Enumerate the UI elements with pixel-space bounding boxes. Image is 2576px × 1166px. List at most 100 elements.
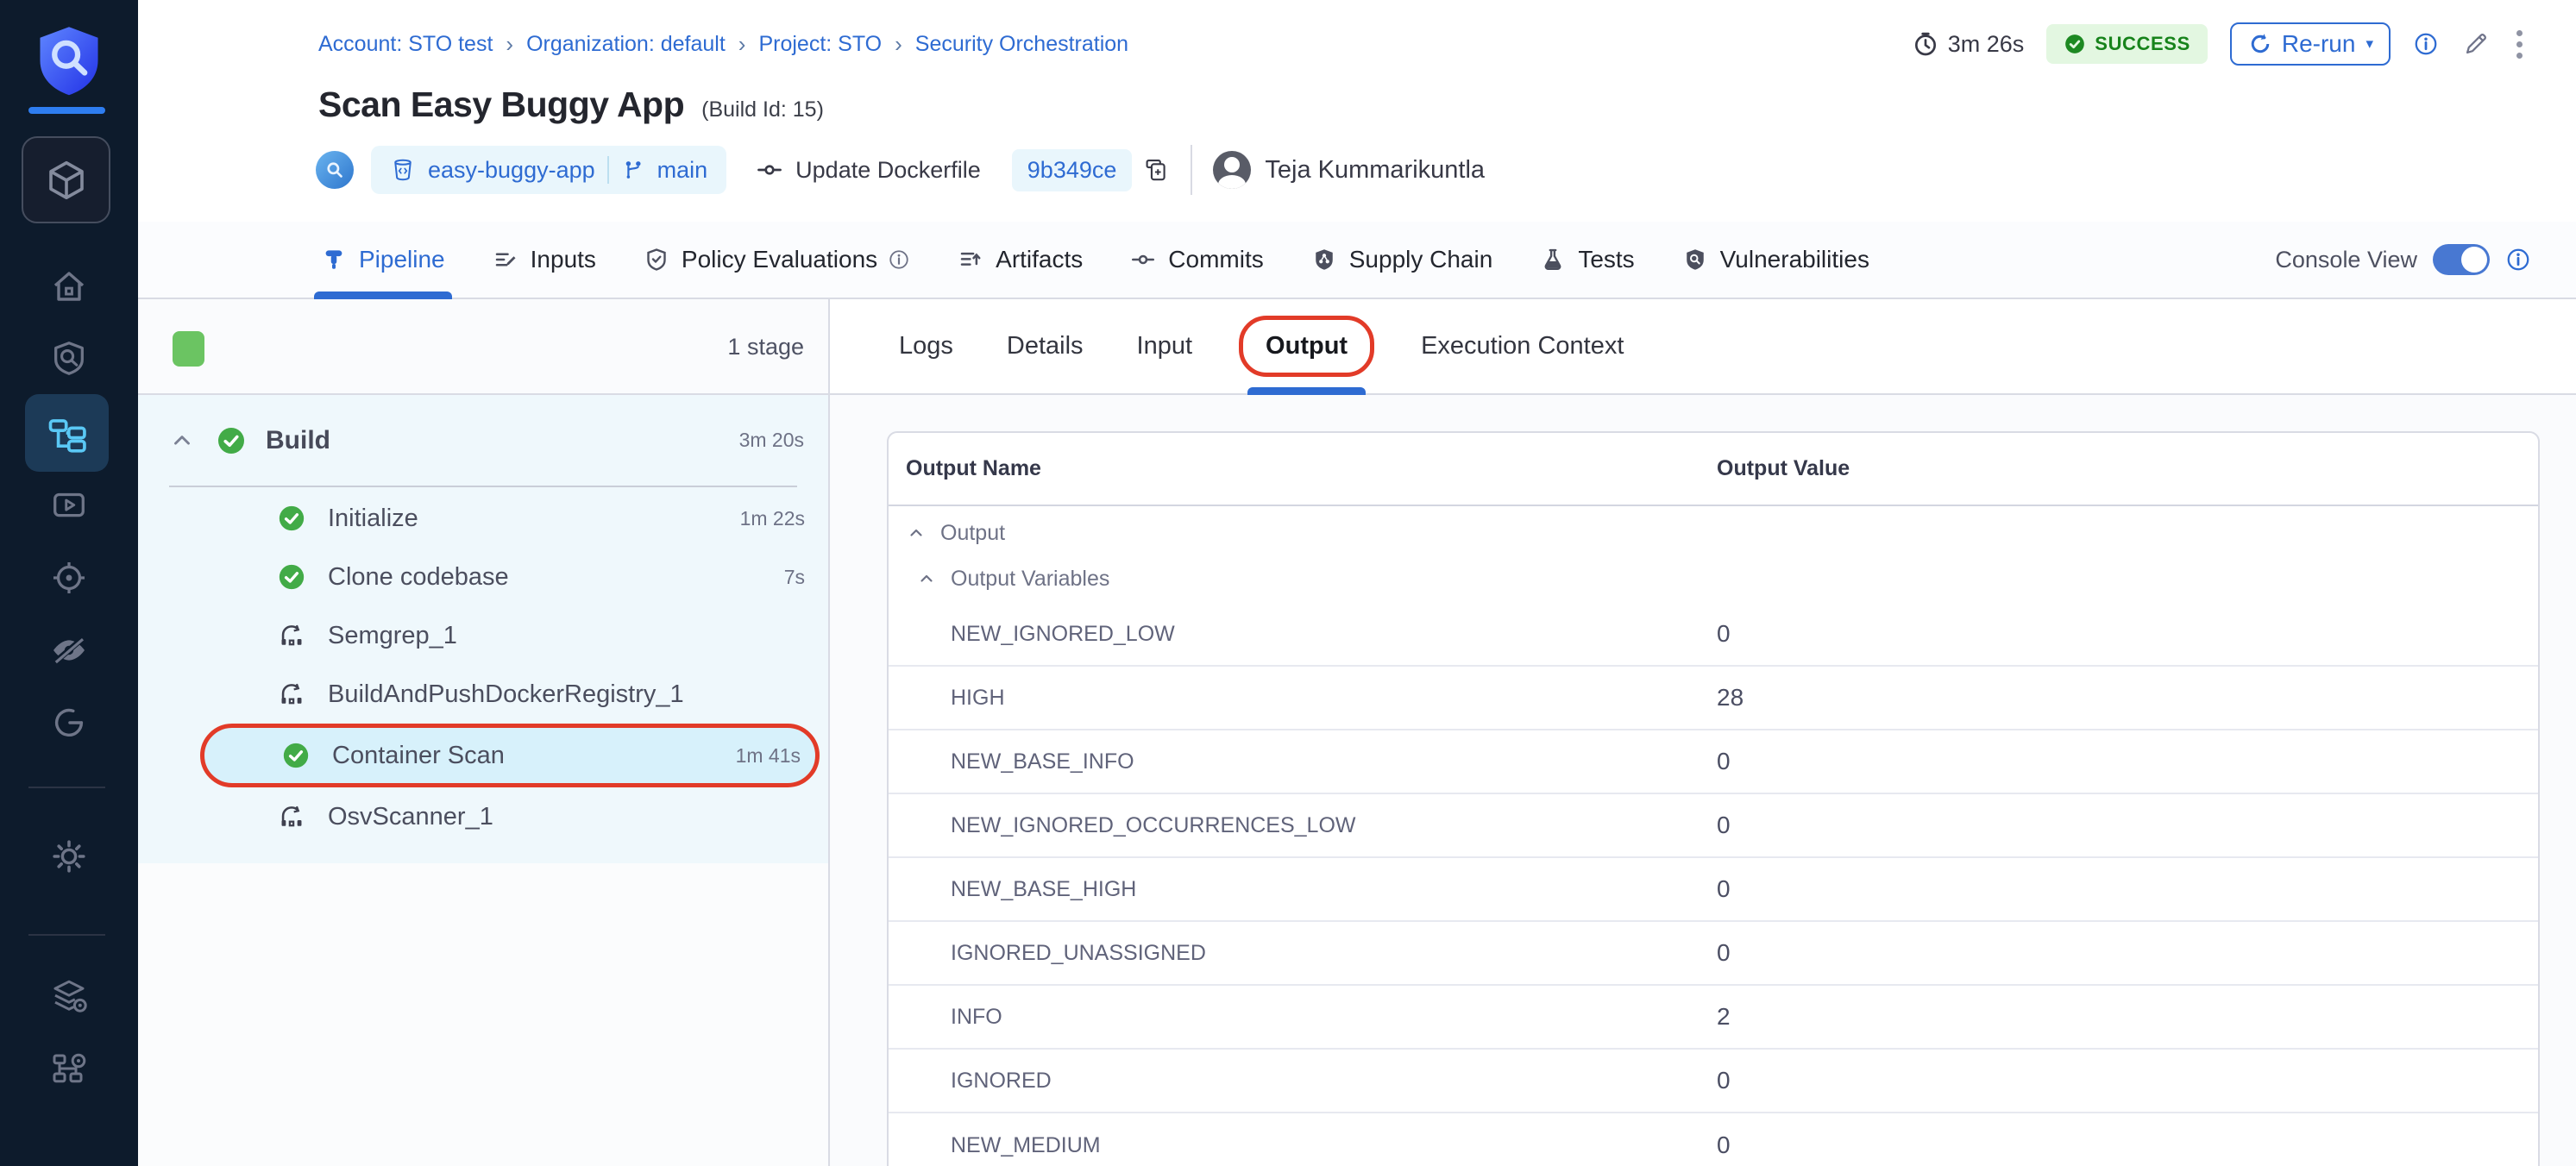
page-root: Account: STO test › Organization: defaul… bbox=[0, 0, 2576, 1166]
logo-accent-bar bbox=[28, 107, 105, 114]
sidebar-item-home[interactable] bbox=[0, 250, 138, 324]
sidebar-item-settings[interactable] bbox=[0, 819, 138, 893]
tab-details[interactable]: Details bbox=[1007, 299, 1084, 393]
output-value: 0 bbox=[1717, 939, 1731, 967]
tab-tests[interactable]: Tests bbox=[1540, 222, 1634, 298]
edit-pipeline-button[interactable] bbox=[2461, 29, 2491, 59]
layers-gear-icon bbox=[48, 975, 90, 1017]
sidebar-item-exemptions[interactable] bbox=[0, 613, 138, 687]
table-row: INFO 2 bbox=[889, 986, 2538, 1050]
success-check-icon bbox=[2064, 33, 2086, 55]
tab-label: Commits bbox=[1168, 246, 1263, 273]
target-icon bbox=[49, 558, 89, 598]
build-stage-section: Build 3m 20s Initialize 1m 22s Clone cod… bbox=[138, 395, 828, 863]
tab-logs[interactable]: Logs bbox=[899, 299, 953, 393]
group-row-output[interactable]: Output bbox=[889, 511, 2538, 555]
pipeline-info-button[interactable] bbox=[2413, 31, 2439, 57]
copy-sha-button[interactable] bbox=[1142, 156, 1170, 184]
breadcrumb-module[interactable]: Security Orchestration bbox=[915, 32, 1128, 57]
stage-name: Build bbox=[266, 426, 330, 455]
table-row: NEW_MEDIUM 0 bbox=[889, 1113, 2538, 1166]
success-check-icon bbox=[276, 504, 307, 533]
step-name: Initialize bbox=[328, 505, 418, 533]
sidebar-item-test-targets[interactable] bbox=[0, 541, 138, 615]
pipeline-icon bbox=[321, 247, 347, 273]
sidebar-item-pipelines[interactable] bbox=[25, 394, 109, 472]
module-selector-button[interactable] bbox=[22, 136, 110, 223]
branch-name[interactable]: main bbox=[657, 157, 708, 184]
step-row-build-and-push[interactable]: BuildAndPushDockerRegistry_1 bbox=[138, 665, 828, 724]
output-table-header: Output Name Output Value bbox=[889, 433, 2538, 506]
console-view-toggle[interactable] bbox=[2433, 244, 2490, 275]
tab-execution-context[interactable]: Execution Context bbox=[1421, 299, 1624, 393]
tab-artifacts[interactable]: Artifacts bbox=[958, 222, 1083, 298]
output-name: NEW_IGNORED_OCCURRENCES_LOW bbox=[889, 813, 1717, 838]
tab-supply-chain[interactable]: Supply Chain bbox=[1311, 222, 1493, 298]
output-name: NEW_MEDIUM bbox=[889, 1133, 1717, 1158]
step-duration: 1m 22s bbox=[740, 507, 805, 530]
step-list: Initialize 1m 22s Clone codebase 7s Semg… bbox=[138, 487, 828, 846]
step-row-initialize[interactable]: Initialize 1m 22s bbox=[138, 489, 828, 548]
tab-label: Tests bbox=[1578, 246, 1634, 273]
copy-icon bbox=[1142, 156, 1170, 184]
group-row-output-variables[interactable]: Output Variables bbox=[889, 555, 2538, 603]
stage-row-build[interactable]: Build 3m 20s bbox=[138, 395, 828, 486]
chevron-up-icon bbox=[916, 568, 937, 589]
chevron-up-icon bbox=[906, 523, 927, 543]
success-check-icon bbox=[216, 425, 247, 456]
repo-name[interactable]: easy-buggy-app bbox=[428, 157, 595, 184]
meta-divider bbox=[1191, 145, 1192, 195]
annotation-output-tab: Output bbox=[1239, 316, 1374, 377]
tab-output[interactable]: Output bbox=[1246, 299, 1367, 393]
info-icon[interactable] bbox=[888, 248, 910, 271]
table-row: NEW_IGNORED_OCCURRENCES_LOW 0 bbox=[889, 794, 2538, 858]
step-duration: 7s bbox=[784, 566, 805, 589]
title-row: Scan Easy Buggy App (Build Id: 15) bbox=[318, 85, 824, 125]
chevron-up-icon[interactable] bbox=[169, 428, 195, 454]
sidebar-item-project-setup[interactable] bbox=[0, 1031, 138, 1106]
sidebar-item-executions[interactable] bbox=[0, 467, 138, 542]
step-name: BuildAndPushDockerRegistry_1 bbox=[328, 680, 684, 709]
more-options-button[interactable] bbox=[2513, 27, 2526, 62]
tab-label: Output bbox=[1266, 332, 1348, 360]
sidebar-item-overview[interactable] bbox=[0, 321, 138, 395]
tab-inputs[interactable]: Inputs bbox=[493, 222, 596, 298]
commit-sha-chip[interactable]: 9b349ce bbox=[1012, 149, 1133, 191]
output-value: 0 bbox=[1717, 812, 1731, 839]
commit-message: Update Dockerfile bbox=[795, 157, 981, 184]
breadcrumb-account[interactable]: Account: STO test bbox=[318, 32, 493, 57]
output-value: 0 bbox=[1717, 620, 1731, 648]
step-row-container-scan[interactable]: Container Scan 1m 41s bbox=[200, 724, 820, 787]
sidebar-item-getting-started[interactable] bbox=[0, 686, 138, 760]
run-header: Account: STO test › Organization: defaul… bbox=[138, 0, 2576, 222]
shield-search-icon bbox=[1682, 247, 1708, 273]
sidebar-item-default-settings[interactable] bbox=[0, 959, 138, 1033]
output-name: IGNORED_UNASSIGNED bbox=[889, 941, 1717, 966]
gear-icon bbox=[48, 836, 90, 877]
console-info-icon[interactable] bbox=[2505, 247, 2531, 273]
not-started-icon bbox=[276, 680, 307, 709]
git-branch-icon bbox=[621, 158, 645, 182]
commit-icon bbox=[1130, 247, 1156, 273]
output-name: HIGH bbox=[889, 686, 1717, 711]
output-name: NEW_BASE_HIGH bbox=[889, 877, 1717, 902]
rerun-button[interactable]: Re-run ▾ bbox=[2230, 22, 2391, 66]
step-row-clone-codebase[interactable]: Clone codebase 7s bbox=[138, 548, 828, 606]
not-started-icon bbox=[276, 802, 307, 831]
tab-commits[interactable]: Commits bbox=[1130, 222, 1263, 298]
tab-pipeline[interactable]: Pipeline bbox=[321, 222, 445, 298]
tab-input[interactable]: Input bbox=[1137, 299, 1193, 393]
success-check-icon bbox=[280, 741, 311, 770]
step-row-osv-scanner[interactable]: OsvScanner_1 bbox=[138, 787, 828, 846]
step-row-semgrep[interactable]: Semgrep_1 bbox=[138, 606, 828, 665]
tab-policy-evaluations[interactable]: Policy Evaluations bbox=[644, 222, 910, 298]
breadcrumb: Account: STO test › Organization: defaul… bbox=[318, 31, 1128, 58]
breadcrumb-separator: › bbox=[895, 31, 902, 58]
execution-stage-panel: 1 stage Build 3m 20s Initialize bbox=[138, 299, 830, 1166]
run-meta-row: easy-buggy-app main Update Dockerfile 9b… bbox=[316, 145, 1485, 195]
repo-branch-pill[interactable]: easy-buggy-app main bbox=[371, 146, 726, 194]
refresh-icon bbox=[2247, 31, 2273, 57]
tab-vulnerabilities[interactable]: Vulnerabilities bbox=[1682, 222, 1869, 298]
breadcrumb-organization[interactable]: Organization: default bbox=[526, 32, 726, 57]
breadcrumb-project[interactable]: Project: STO bbox=[758, 32, 882, 57]
